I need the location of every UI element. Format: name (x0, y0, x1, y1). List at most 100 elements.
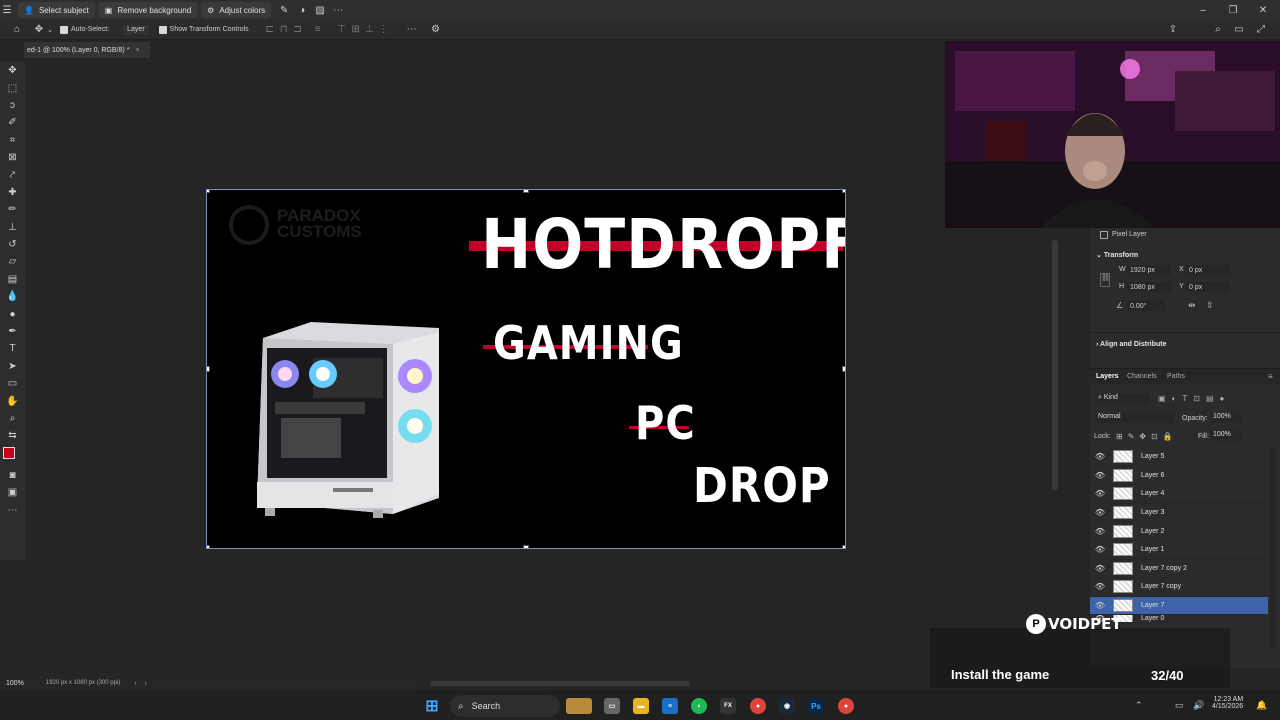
layer-row[interactable]: 👁 Layer 4 (1090, 485, 1268, 504)
remove-background-button[interactable]: ▣ Remove background (98, 2, 198, 18)
canvas-vertical-scrollbar[interactable] (1052, 240, 1058, 490)
transform-handle-bc[interactable] (523, 545, 529, 548)
hand-tool-icon[interactable]: ✋ (0, 392, 25, 409)
chrome-2-icon[interactable]: ● (838, 698, 854, 714)
align-center-icon[interactable]: ⊓ (277, 23, 291, 37)
visibility-eye-icon[interactable]: 👁 (1090, 471, 1110, 480)
opacity-field[interactable]: 100% (1211, 413, 1241, 423)
panel-menu-icon[interactable]: ≡ (1268, 372, 1273, 381)
transform-handle-bl[interactable] (207, 545, 210, 548)
transform-handle-mr[interactable] (842, 366, 845, 372)
layer-row[interactable]: 👁 Layer 5 (1090, 448, 1268, 467)
file-explorer-icon[interactable]: ▬ (633, 698, 649, 714)
transform-handle-ml[interactable] (207, 366, 210, 372)
share-icon[interactable]: ⇪ (1166, 23, 1180, 37)
width-field[interactable]: 1920 px (1127, 265, 1171, 275)
photoshop-icon[interactable]: Ps (808, 698, 824, 714)
type-tool-icon[interactable]: T (0, 340, 25, 357)
settings-gear-icon[interactable]: ⚙ (429, 23, 443, 37)
search-icon[interactable]: ⌕ (1211, 23, 1225, 37)
fill-field[interactable]: 100% (1211, 431, 1241, 441)
close-icon[interactable]: ✕ (1248, 0, 1278, 20)
default-colors-icon[interactable]: ⇆ (0, 427, 25, 444)
tab-channels[interactable]: Channels (1127, 373, 1157, 380)
pen-tool-icon[interactable]: ✒ (0, 323, 25, 340)
blur-tool-icon[interactable]: 💧 (0, 288, 25, 305)
height-field[interactable]: 1080 px (1127, 282, 1171, 292)
angle-field[interactable]: 0.00° (1127, 301, 1165, 311)
align-middle-icon[interactable]: ⊞ (349, 23, 363, 37)
flip-horizontal-icon[interactable]: ⇹ (1188, 300, 1196, 311)
visibility-eye-icon[interactable]: 👁 (1090, 508, 1110, 517)
layer-row[interactable]: 👁 Layer 7 copy (1090, 578, 1268, 597)
document-tab[interactable]: ed-1 @ 100% (Layer 0, RGB/8) * × (24, 42, 150, 58)
select-subject-button[interactable]: 👤 Select subject (18, 2, 95, 18)
transform-handle-tc[interactable] (523, 190, 529, 193)
volume-icon[interactable]: 🔊 (1193, 700, 1204, 711)
history-brush-icon[interactable]: ↺ (0, 236, 25, 253)
document-canvas[interactable]: PARADOX CUSTOMS HOTDROPFPS GAMING PC DRO… (206, 189, 846, 549)
brush-tool-icon[interactable]: ✏ (0, 201, 25, 218)
steam-icon[interactable]: ◉ (779, 698, 795, 714)
path-select-icon[interactable]: ➤ (0, 358, 25, 375)
hud-fx-icon[interactable]: FX (720, 698, 736, 714)
show-transform-checkbox[interactable] (158, 25, 167, 34)
healing-brush-icon[interactable]: ✚ (0, 184, 25, 201)
task-view-icon[interactable]: ▭ (604, 698, 620, 714)
align-left-icon[interactable]: ⊏ (263, 23, 277, 37)
layers-scrollbar[interactable] (1270, 448, 1276, 648)
eraser-tool-icon[interactable]: ▱ (0, 253, 25, 270)
align-distribute-section[interactable]: › Align and Distribute (1096, 341, 1167, 348)
transform-handle-tr[interactable] (842, 190, 845, 193)
status-scroll-left-icon[interactable]: ‹ (145, 680, 147, 687)
maximize-icon[interactable]: ❐ (1218, 0, 1248, 20)
quick-mask-icon[interactable]: ◙ (0, 467, 25, 484)
align-bottom-icon[interactable]: ⊥ (363, 23, 377, 37)
dodge-tool-icon[interactable]: ● (0, 305, 25, 322)
layer-row[interactable]: 👁 Layer 3 (1090, 504, 1268, 523)
minimize-icon[interactable]: – (1188, 0, 1218, 20)
more-options-icon[interactable]: ⋯ (405, 23, 419, 37)
x-field[interactable]: 0 px (1186, 265, 1230, 275)
screen-mode-icon[interactable]: ▣ (0, 484, 25, 501)
more-icon[interactable]: ⋯ (331, 3, 345, 17)
notepad-icon[interactable]: ≡ (662, 698, 678, 714)
zoom-level[interactable]: 100% (6, 680, 24, 687)
visibility-eye-icon[interactable]: 👁 (1090, 582, 1110, 591)
gradient-tool-icon[interactable]: ▤ (0, 271, 25, 288)
distribute-icon[interactable]: ≡ (311, 23, 325, 37)
move-tool-icon[interactable]: ✥ (32, 23, 46, 37)
foreground-color[interactable] (3, 446, 15, 459)
transform-section[interactable]: ⌄ Transform (1096, 251, 1138, 259)
image-adjust-icon[interactable]: ▨ (313, 3, 327, 17)
color-swatches[interactable] (0, 445, 25, 467)
crop-tool-icon[interactable]: ⌗ (0, 132, 25, 149)
notification-bell-icon[interactable]: 🔔 (1256, 700, 1267, 711)
zoom-tool-icon[interactable]: ⌕ (0, 410, 25, 427)
flip-vertical-icon[interactable]: ⇳ (1206, 300, 1214, 311)
widget-icon[interactable] (566, 698, 592, 714)
home-icon[interactable]: ⌂ (10, 23, 24, 37)
workspace-icon[interactable]: ▭ (1232, 23, 1246, 37)
chrome-icon[interactable]: ● (750, 698, 766, 714)
layer-filter-dropdown[interactable]: ⌕ Kind (1096, 394, 1150, 404)
layer-row[interactable]: 👁 Layer 7 (1090, 596, 1268, 616)
blend-mode-dropdown[interactable]: Normal (1096, 413, 1174, 423)
transform-handle-br[interactable] (842, 545, 845, 548)
visibility-eye-icon[interactable]: 👁 (1090, 527, 1110, 536)
layer-row[interactable]: 👁 Layer 2 (1090, 522, 1268, 541)
align-top-icon[interactable]: ⊤ (335, 23, 349, 37)
shape-tool-icon[interactable]: ▭ (0, 375, 25, 392)
hamburger-icon[interactable]: ☰ (0, 3, 14, 17)
canvas-horizontal-scrollbar[interactable] (430, 681, 690, 686)
transform-handle-tl[interactable] (207, 190, 210, 193)
spotify-icon[interactable]: ◗ (691, 698, 707, 714)
taskbar-search[interactable]: ⌕ Search (450, 695, 560, 717)
taskbar-clock[interactable]: 12:23 AM 4/15/2026 (1212, 696, 1243, 710)
network-icon[interactable]: ▭ (1175, 700, 1184, 711)
tab-layers[interactable]: Layers (1096, 373, 1119, 380)
visibility-eye-icon[interactable]: 👁 (1090, 545, 1110, 554)
expand-icon[interactable]: ⤢ (1254, 23, 1268, 37)
distribute-vertical-icon[interactable]: ⋮ (377, 23, 391, 37)
tab-close-icon[interactable]: × (135, 47, 139, 54)
